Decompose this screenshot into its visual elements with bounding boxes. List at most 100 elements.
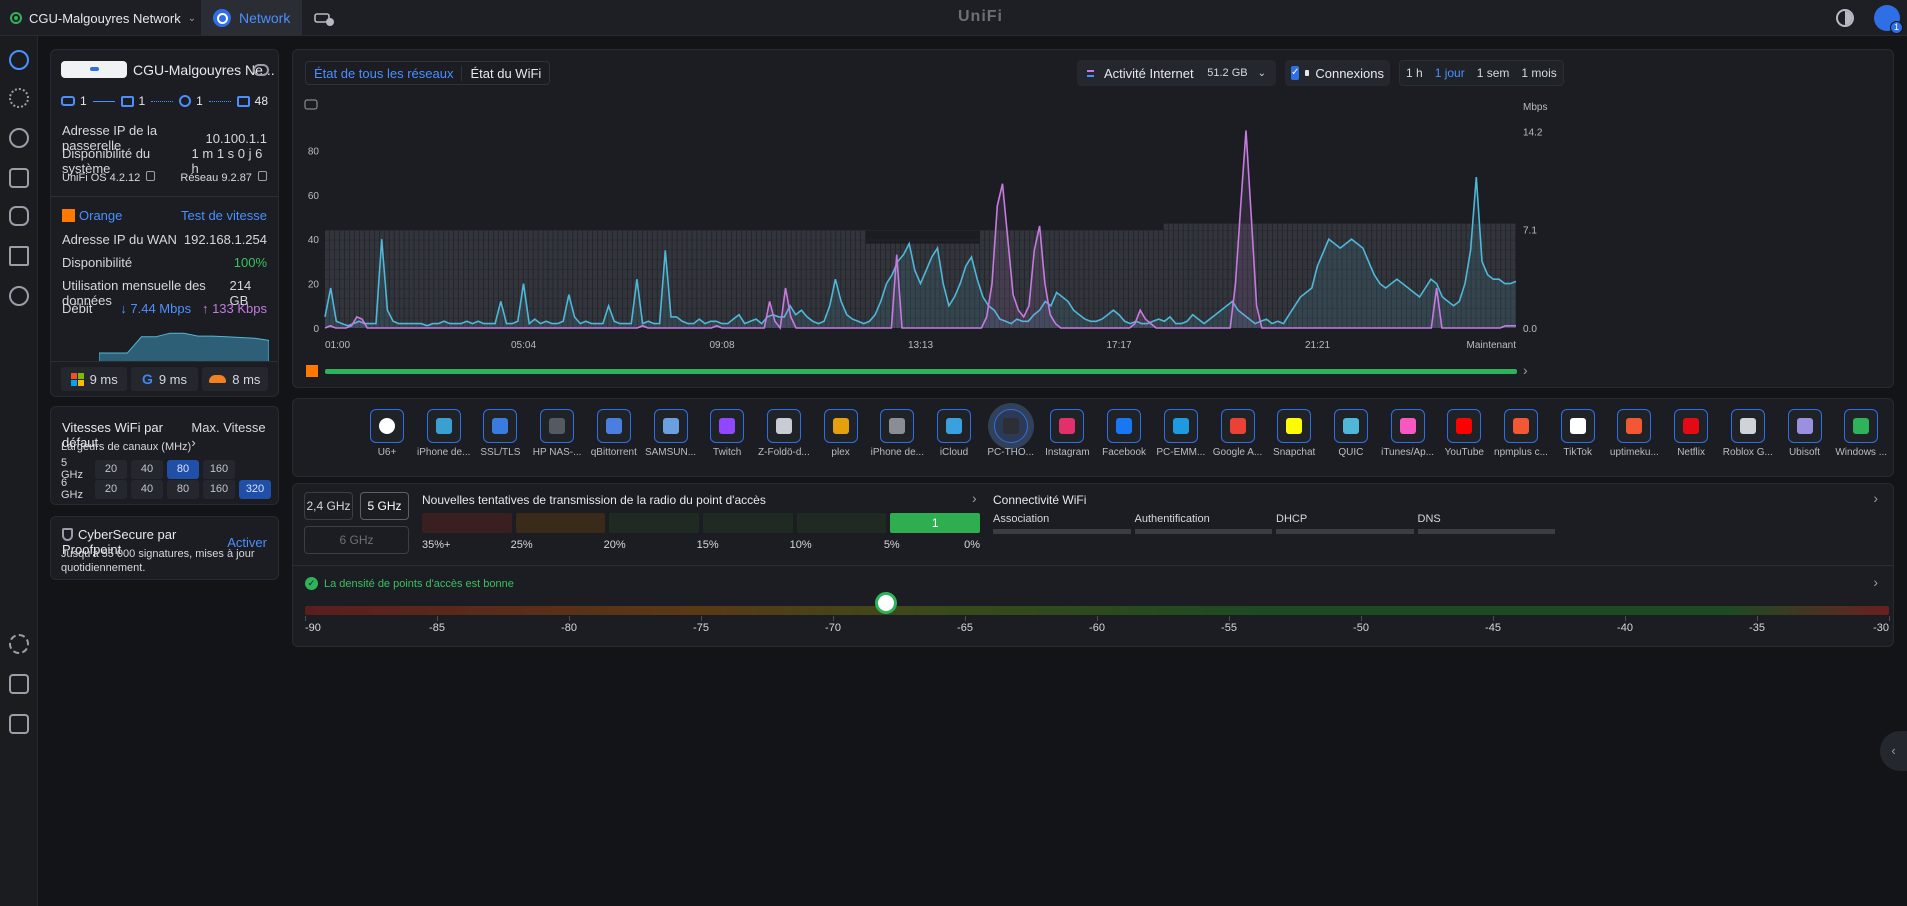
nav-dashboard-icon[interactable] — [9, 50, 29, 70]
nav-topology-icon[interactable] — [9, 88, 29, 108]
width-6ghz-20[interactable]: 20 — [95, 479, 127, 499]
width-5ghz-80[interactable]: 80 — [167, 459, 199, 479]
max-speed-link[interactable]: Max. Vitesse › — [191, 420, 267, 450]
checkbox-checked-icon[interactable]: ✓ — [1291, 66, 1300, 80]
connections-toggle[interactable]: ✓ Connexions — [1285, 60, 1390, 86]
width-6ghz-80[interactable]: 80 — [167, 479, 199, 499]
isp-name[interactable]: Orange — [79, 208, 122, 223]
band-24ghz-button[interactable]: 2,4 GHz — [304, 492, 353, 520]
logs-icon[interactable] — [9, 674, 29, 694]
app-tile[interactable]: Roblox G... — [1723, 409, 1773, 476]
app-tile[interactable]: SAMSUN... — [645, 409, 696, 476]
app-tile[interactable]: npmplus c... — [1494, 409, 1548, 476]
nav-insights-icon[interactable] — [9, 246, 29, 266]
chevron-right-icon[interactable]: › — [1523, 362, 1528, 378]
step-dns[interactable]: DNS — [1417, 513, 1555, 534]
chevron-right-icon[interactable]: › — [1873, 574, 1878, 590]
gateway-device-image[interactable] — [61, 61, 127, 78]
step-association[interactable]: Association — [993, 513, 1131, 534]
uptime-bar[interactable] — [325, 369, 1517, 374]
app-tile[interactable]: Twitch — [707, 409, 747, 476]
throughput-sparkline[interactable] — [99, 322, 269, 362]
app-tile[interactable]: iTunes/Ap... — [1381, 409, 1434, 476]
connection-bar — [865, 243, 871, 328]
retry-segment[interactable] — [796, 513, 887, 533]
app-tile[interactable]: Facebook — [1102, 409, 1146, 476]
band-5ghz-button[interactable]: 5 GHz — [360, 492, 409, 520]
activity-chart[interactable]: 0204060800.07.114.221.328.5Mbps01:0005:0… — [293, 98, 1895, 358]
width-5ghz-20[interactable]: 20 — [95, 459, 127, 479]
app-tile[interactable]: Instagram — [1045, 409, 1090, 476]
topology-summary[interactable]: 1 1 1 48 — [61, 94, 268, 108]
app-tile[interactable]: HP NAS-... — [533, 409, 581, 476]
density-scale[interactable] — [305, 606, 1889, 615]
latency-cloudflare[interactable]: 8 ms — [201, 367, 268, 391]
range-1day[interactable]: 1 jour — [1429, 66, 1471, 80]
nav-devices-icon[interactable] — [9, 128, 29, 148]
app-tile[interactable]: SSL/TLS — [480, 409, 520, 476]
app-tile[interactable]: Snapchat — [1273, 409, 1315, 476]
density-marker[interactable] — [874, 592, 897, 614]
width-6ghz-40[interactable]: 40 — [131, 479, 163, 499]
width-5ghz-40[interactable]: 40 — [131, 459, 163, 479]
nav-alerts-icon[interactable] — [9, 286, 29, 306]
latency-google[interactable]: G 9 ms — [131, 367, 198, 391]
width-5ghz-160[interactable]: 160 — [203, 459, 235, 479]
devices-icon[interactable] — [313, 8, 335, 28]
range-1month[interactable]: 1 mois — [1515, 66, 1562, 80]
app-tile[interactable]: Ubisoft — [1785, 409, 1825, 476]
nav-clients-icon[interactable] — [9, 168, 29, 188]
account-button[interactable]: 1 — [1874, 5, 1903, 34]
retries-bar[interactable]: 1 — [422, 513, 981, 533]
app-tile[interactable]: uptimeku... — [1610, 409, 1659, 476]
latency-windows[interactable]: 9 ms — [61, 367, 128, 391]
range-1week[interactable]: 1 sem — [1471, 66, 1516, 80]
app-tile[interactable]: iPhone de... — [417, 409, 470, 476]
app-tile[interactable]: TikTok — [1558, 409, 1598, 476]
site-selector[interactable]: CGU-Malgouyres Network ⌄ — [10, 0, 196, 36]
connection-bar — [1203, 223, 1208, 328]
app-tile[interactable]: PC-THO... — [987, 409, 1034, 476]
app-tile-label: Snapchat — [1273, 447, 1316, 458]
app-tile[interactable]: plex — [821, 409, 861, 476]
app-tile[interactable]: Windows ... — [1835, 409, 1887, 476]
app-tile[interactable]: PC-EMM... — [1156, 409, 1205, 476]
activity-label: Activité Internet — [1104, 65, 1194, 81]
width-6ghz-160[interactable]: 160 — [203, 479, 235, 499]
shield-icon — [62, 528, 73, 541]
retry-segment[interactable] — [515, 513, 606, 533]
chevron-right-icon[interactable]: › — [972, 490, 977, 506]
expand-panel-button[interactable]: ‹ — [1880, 731, 1907, 771]
settings-icon[interactable] — [9, 634, 29, 654]
nav-ports-icon[interactable] — [9, 206, 29, 226]
app-tile[interactable]: Netflix — [1671, 409, 1711, 476]
app-tile[interactable]: qBittorrent — [591, 409, 637, 476]
network-version[interactable]: Réseau 9.2.87 — [180, 171, 267, 184]
step-dhcp[interactable]: DHCP — [1276, 513, 1414, 534]
retry-segment[interactable] — [422, 513, 512, 533]
gateway-settings-icon[interactable] — [253, 64, 269, 76]
theme-toggle-icon[interactable] — [1836, 9, 1854, 27]
app-tile[interactable]: U6+ — [367, 409, 407, 476]
app-tile[interactable]: iPhone de... — [871, 409, 924, 476]
tab-all-networks[interactable]: État de tous les réseaux — [306, 65, 463, 81]
docs-icon[interactable] — [9, 714, 29, 734]
step-authentication[interactable]: Authentification — [1134, 513, 1272, 534]
tab-wifi-state[interactable]: État du WiFi — [462, 66, 549, 81]
retry-segment[interactable] — [703, 513, 793, 533]
app-tile[interactable]: QUIC — [1331, 409, 1371, 476]
chevron-right-icon[interactable]: › — [1873, 490, 1878, 506]
app-tile[interactable]: YouTube — [1444, 409, 1484, 476]
band-6ghz-button[interactable]: 6 GHz — [304, 526, 409, 554]
width-6ghz-320[interactable]: 320 — [239, 479, 271, 499]
speedtest-button[interactable]: Test de vitesse — [181, 208, 267, 223]
app-tile[interactable]: Google A... — [1213, 409, 1262, 476]
retry-segment[interactable] — [609, 513, 700, 533]
app-tile[interactable]: iCloud — [934, 409, 974, 476]
retry-segment[interactable]: 1 — [890, 513, 981, 533]
app-tile[interactable]: Z-Foldö-d... — [758, 409, 810, 476]
activity-selector[interactable]: Activité Internet 51.2 GB ⌄ — [1077, 60, 1276, 86]
network-app-button[interactable]: Network — [201, 0, 302, 36]
os-version[interactable]: UniFi OS 4.2.12 — [62, 171, 156, 184]
range-1h[interactable]: 1 h — [1400, 66, 1429, 80]
